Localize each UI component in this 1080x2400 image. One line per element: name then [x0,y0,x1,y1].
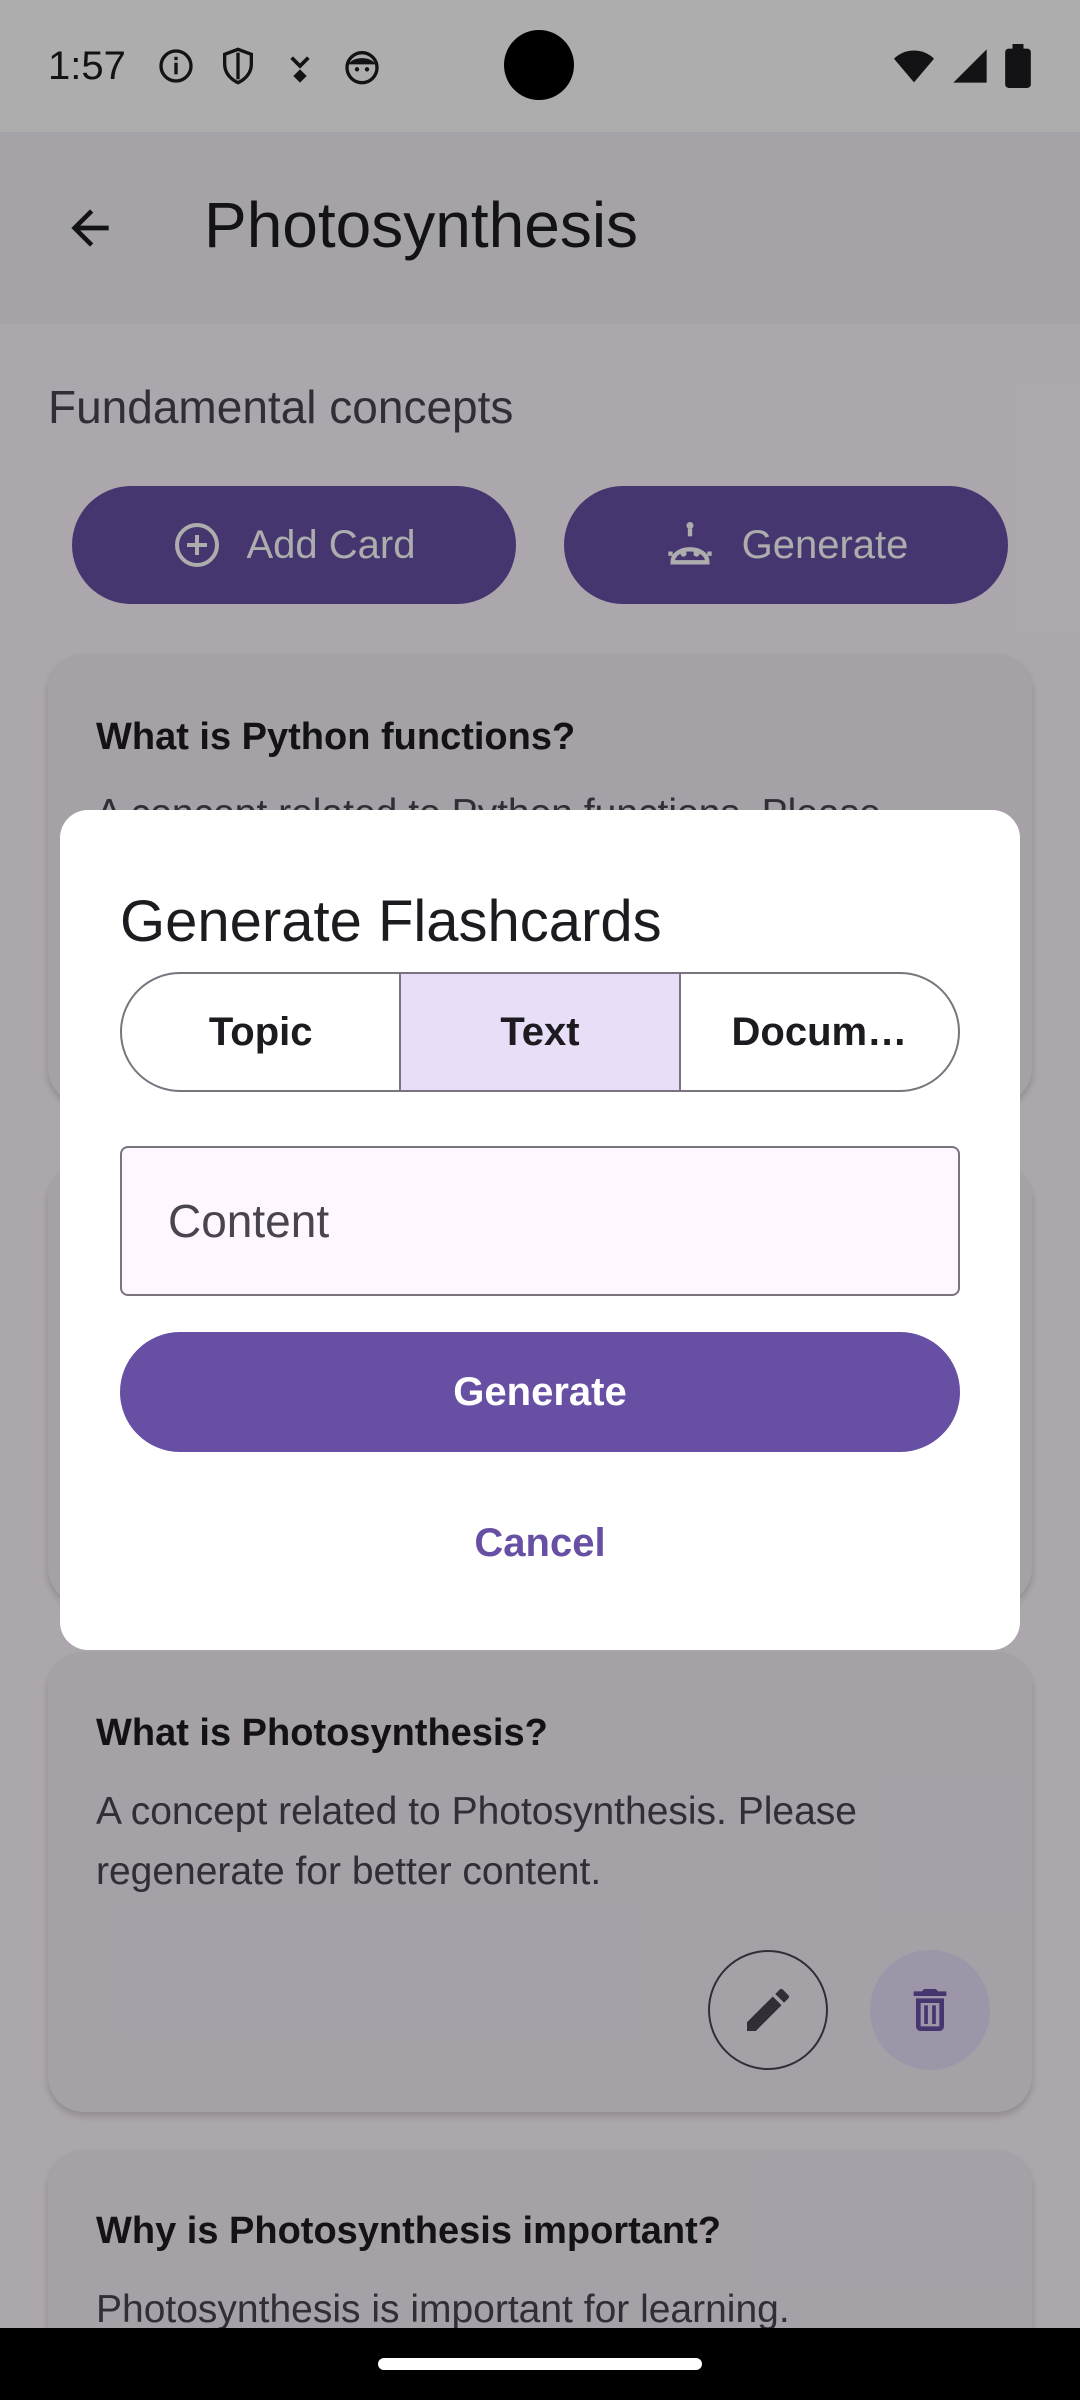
dialog-title: Generate Flashcards [120,889,662,954]
tab-text[interactable]: Text [401,974,681,1090]
tab-document[interactable]: Docum… [681,974,958,1090]
gesture-handle[interactable] [378,2358,702,2370]
tab-topic[interactable]: Topic [122,974,402,1090]
source-segmented-control: Topic Text Docum… [120,972,960,1092]
app-screen: 1:57 Photosynthesis Fundamental concepts… [0,0,1080,2328]
dialog-generate-button[interactable]: Generate [120,1332,960,1452]
generate-flashcards-dialog: Generate Flashcards Topic Text Docum… Co… [60,810,1020,1650]
cancel-button[interactable]: Cancel [440,1498,640,1588]
navigation-bar [0,2328,1080,2400]
content-placeholder: Content [168,1195,330,1247]
content-input[interactable]: Content [120,1146,960,1296]
